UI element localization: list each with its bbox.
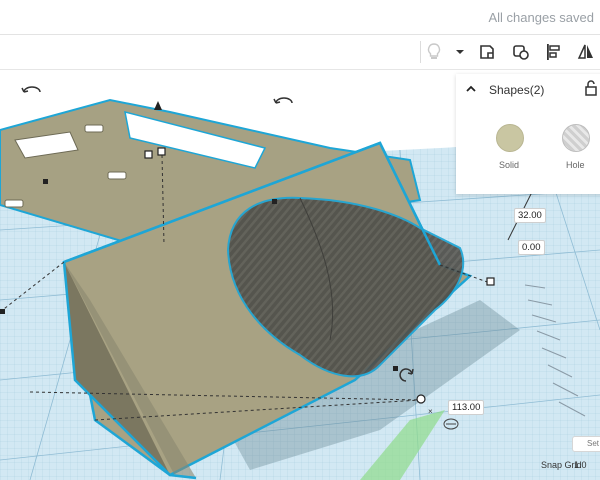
group-icon[interactable] [509, 40, 533, 64]
dropdown-arrow-icon[interactable] [448, 40, 472, 64]
svg-text:×: × [428, 407, 433, 416]
hole-option-button[interactable] [562, 124, 590, 152]
resize-handle [144, 150, 153, 159]
height-dimension-field[interactable]: 32.00 [514, 208, 546, 223]
solid-label: Solid [499, 160, 520, 170]
length-dimension-field[interactable]: 113.00 [448, 400, 485, 415]
origin-handle [416, 394, 426, 404]
save-status: All changes saved [488, 10, 594, 25]
align-icon[interactable] [542, 40, 566, 64]
toolbar-divider [420, 41, 421, 63]
shape-inspector-panel: Shapes(2) Solid Hole [456, 74, 600, 194]
toolbar [0, 35, 600, 70]
resize-handle [157, 147, 166, 156]
hole-label: Hole [566, 160, 585, 170]
snap-grid-value[interactable]: 1.0 [574, 460, 587, 470]
elevation-dimension-field[interactable]: 0.00 [518, 240, 545, 255]
collapse-chevron-icon[interactable] [464, 82, 478, 96]
top-bar: All changes saved [0, 0, 600, 35]
note-icon[interactable] [475, 40, 499, 64]
solid-option-button[interactable] [496, 124, 524, 152]
mirror-icon[interactable] [574, 40, 598, 64]
resize-handle [486, 277, 495, 286]
inspector-title: Shapes(2) [489, 83, 545, 97]
lock-icon[interactable] [584, 80, 598, 96]
settings-button[interactable]: Set [572, 436, 600, 452]
light-bulb-icon[interactable] [422, 40, 446, 64]
